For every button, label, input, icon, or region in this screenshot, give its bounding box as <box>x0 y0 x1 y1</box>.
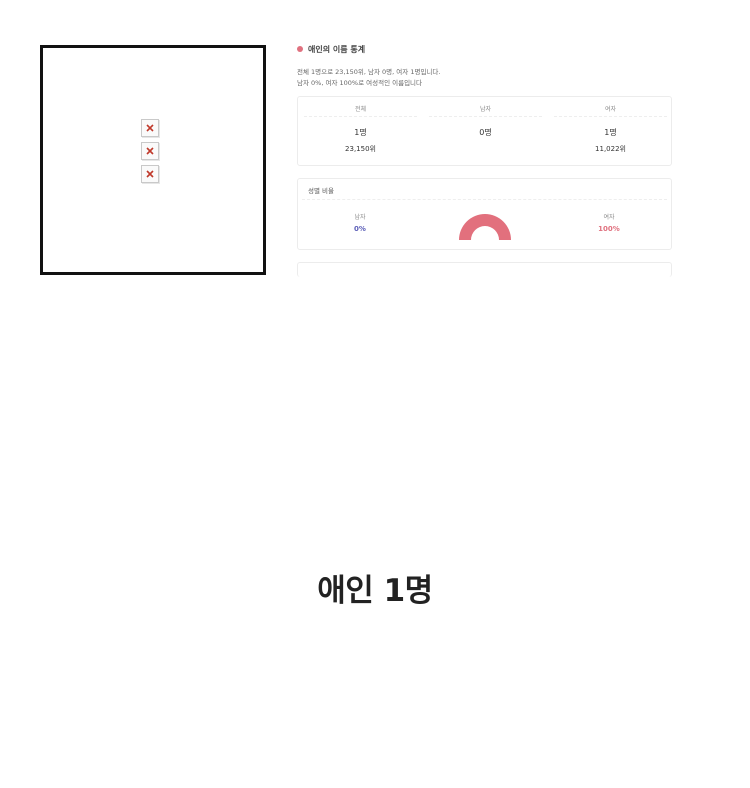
column-header: 전체 <box>354 106 367 113</box>
broken-image-icon <box>141 165 159 183</box>
bullet-icon <box>297 46 303 52</box>
female-label: 여자 <box>603 214 615 221</box>
female-ratio-arc <box>459 214 511 240</box>
gender-ratio-gauge <box>459 214 511 240</box>
divider <box>304 116 417 117</box>
table-column-male: 남자 0명 <box>423 97 548 154</box>
stats-heading: 애인의 이름 통계 <box>297 40 672 58</box>
count-value: 1명 <box>604 128 617 137</box>
male-label: 남자 <box>354 214 366 221</box>
table-column-total: 전체 1명 23,150위 <box>298 97 423 154</box>
rank-value <box>423 144 548 154</box>
count-value: 1명 <box>354 128 367 137</box>
broken-image-icon <box>141 142 159 160</box>
rank-value: 23,150위 <box>345 145 376 153</box>
divider <box>554 116 667 117</box>
summary-line: 전체 1명으로 23,150위, 남자 0명, 여자 1명입니다. <box>297 68 441 76</box>
ratio-title: 성별 비율 <box>308 187 334 195</box>
male-percent: 0% <box>354 225 366 233</box>
summary-line: 남자 0%, 여자 100%로 여성적인 이름입니다 <box>297 79 423 87</box>
rank-value: 11,022위 <box>595 145 626 153</box>
stats-title: 애인의 이름 통계 <box>308 44 366 54</box>
gender-ratio-card: 성별 비율 남자 0% 여자 100% <box>297 178 672 250</box>
divider <box>302 199 667 200</box>
female-percent: 100% <box>598 225 620 233</box>
stats-summary: 전체 1명으로 23,150위, 남자 0명, 여자 1명입니다. 남자 0%,… <box>297 67 672 89</box>
caption: 애인 1명 <box>317 573 433 609</box>
broken-image-icon <box>141 119 159 137</box>
divider <box>429 116 542 117</box>
column-header: 남자 <box>479 106 492 113</box>
image-panel <box>40 45 266 275</box>
column-header: 여자 <box>604 106 617 113</box>
next-card <box>297 262 672 277</box>
count-value: 0명 <box>479 128 492 137</box>
table-column-female: 여자 1명 11,022위 <box>548 97 673 154</box>
count-table: 전체 1명 23,150위 남자 0명 여자 1명 11,022위 <box>297 96 672 166</box>
name-stats-section: 애인의 이름 통계 전체 1명으로 23,150위, 남자 0명, 여자 1명입… <box>297 40 672 277</box>
